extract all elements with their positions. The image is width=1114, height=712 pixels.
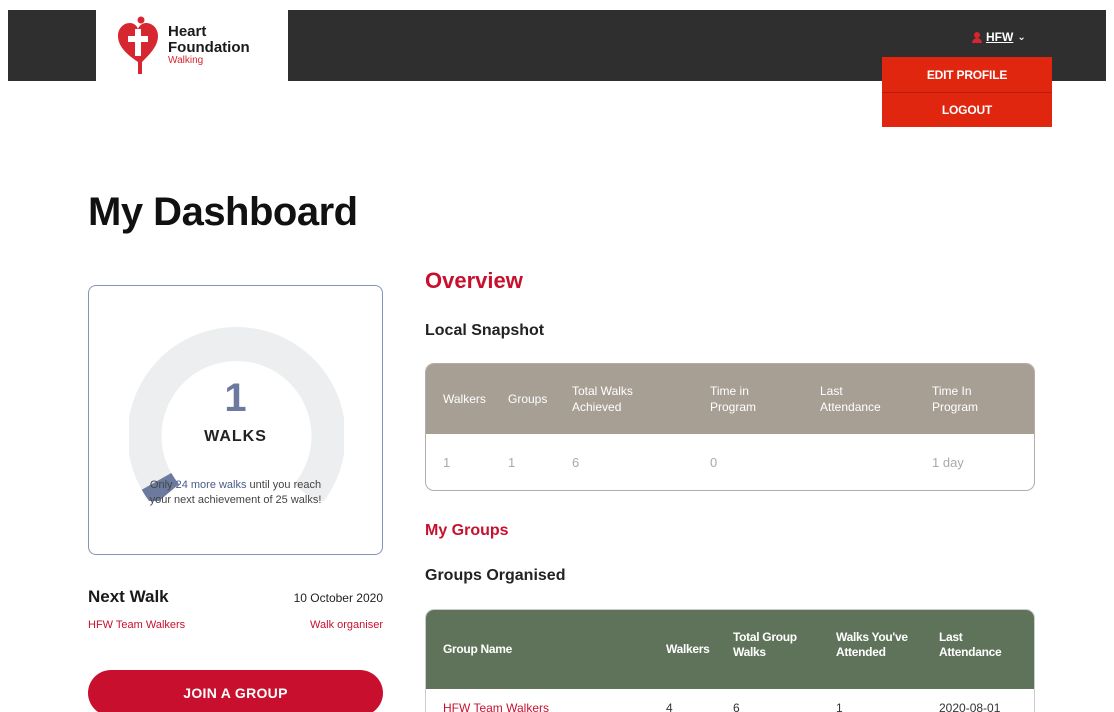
groups-col-walkers: Walkers xyxy=(666,642,710,656)
page-title: My Dashboard xyxy=(88,190,358,234)
msg-prefix: Only xyxy=(149,479,176,491)
logo-line-heart: Heart xyxy=(168,23,207,40)
snapshot-col-groups: Groups xyxy=(508,392,548,406)
snapshot-col-last-attendance: Last Attendance xyxy=(820,384,881,414)
groups-col-last-attendance: Last Attendance xyxy=(939,630,1002,659)
edit-profile-menu-item[interactable]: EDIT PROFILE xyxy=(882,57,1052,92)
snapshot-val-time-in-program: 0 xyxy=(710,455,718,470)
group-name-link[interactable]: HFW Team Walkers xyxy=(443,701,549,712)
groups-col-walks-attended: Walks You've Attended xyxy=(836,630,908,659)
groups-col-total-walks: Total Group Walks xyxy=(733,630,797,659)
user-menu-toggle[interactable]: HFW ⌄ xyxy=(972,30,1026,44)
snapshot-col-walkers: Walkers xyxy=(443,392,486,406)
group-total-walks-value: 6 xyxy=(733,701,740,712)
overview-heading: Overview xyxy=(425,268,523,293)
group-walkers-value: 4 xyxy=(666,701,673,712)
msg-suffix: until you reach xyxy=(246,479,322,491)
snapshot-values-row: 1 1 6 0 1 day xyxy=(426,434,1034,490)
snapshot-val-total-walks: 6 xyxy=(572,455,580,470)
next-walk-group-link[interactable]: HFW Team Walkers xyxy=(88,619,185,631)
next-walk-panel: Next Walk 10 October 2020 HFW Team Walke… xyxy=(88,587,383,631)
walks-progress-card: 1 WALKS Only 24 more walks until you rea… xyxy=(88,285,383,555)
snapshot-val-groups: 1 xyxy=(508,455,516,470)
table-row: HFW Team Walkers 4 6 1 2020-08-01 xyxy=(426,689,1034,712)
msg-line2: your next achievement of 25 walks! xyxy=(149,494,322,506)
logo-text: Heart Foundation Walking xyxy=(168,24,250,66)
next-walk-role: Walk organiser xyxy=(310,619,383,631)
snapshot-col-time-in-program: Time in Program xyxy=(710,384,757,414)
walk-count-label: WALKS xyxy=(204,428,267,445)
groups-organised-table: Group Name Walkers Total Group Walks Wal… xyxy=(425,609,1035,712)
groups-organised-heading: Groups Organised xyxy=(425,567,566,584)
snapshot-col-time-in-program-2: Time In Program xyxy=(932,384,979,414)
user-dropdown-menu: EDIT PROFILE LOGOUT xyxy=(882,57,1052,127)
user-icon xyxy=(972,31,982,43)
heart-logo-icon xyxy=(118,16,158,74)
snapshot-col-total-walks: Total Walks Achieved xyxy=(572,384,633,414)
snapshot-header-row: Walkers Groups Total Walks Achieved Time… xyxy=(426,364,1034,434)
snapshot-val-walkers: 1 xyxy=(443,455,451,470)
local-snapshot-heading: Local Snapshot xyxy=(425,322,545,339)
my-groups-heading: My Groups xyxy=(425,522,509,539)
achievement-message: Only 24 more walks until you reach your … xyxy=(89,478,382,508)
snapshot-val-time-in-program-2: 1 day xyxy=(932,455,964,470)
local-snapshot-table: Walkers Groups Total Walks Achieved Time… xyxy=(425,363,1035,491)
group-last-attendance-value: 2020-08-01 xyxy=(939,701,1001,712)
logout-menu-item[interactable]: LOGOUT xyxy=(882,92,1052,127)
next-walk-title: Next Walk xyxy=(88,587,169,606)
logo-line-walking: Walking xyxy=(168,55,204,66)
logo-line-foundation: Foundation xyxy=(168,39,250,56)
group-walks-attended-value: 1 xyxy=(836,701,843,712)
next-walk-date: 10 October 2020 xyxy=(293,591,383,605)
chevron-down-icon: ⌄ xyxy=(1017,31,1026,43)
heart-foundation-logo[interactable]: Heart Foundation Walking xyxy=(96,10,288,85)
groups-col-name: Group Name xyxy=(443,642,513,656)
msg-highlight: 24 more walks xyxy=(175,479,247,491)
user-name: HFW xyxy=(986,30,1014,44)
join-group-button[interactable]: JOIN A GROUP xyxy=(88,670,383,712)
groups-header-row: Group Name Walkers Total Group Walks Wal… xyxy=(426,610,1034,689)
walk-count: 1 xyxy=(224,376,247,420)
